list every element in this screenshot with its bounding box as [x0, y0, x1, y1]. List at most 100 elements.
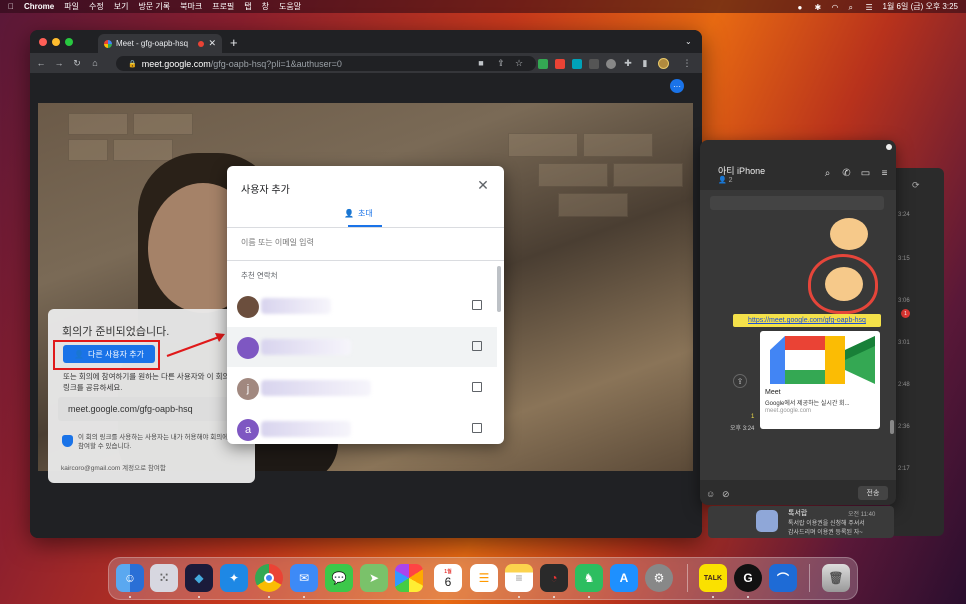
safari-icon[interactable]: ✦ — [220, 564, 248, 592]
contact-checkbox[interactable] — [472, 341, 482, 351]
running-indicator — [588, 596, 590, 598]
running-indicator — [518, 596, 520, 598]
camera-icon[interactable]: ■ — [476, 58, 486, 68]
wifi-icon[interactable]: ◠ — [832, 3, 841, 12]
chrome-icon[interactable] — [255, 564, 283, 592]
app-icon[interactable]: ◔ — [540, 564, 568, 592]
account-info: kaircoro@gmail.com 계정으로 참여함 — [61, 465, 166, 472]
contact-checkbox[interactable] — [472, 300, 482, 310]
extension-dark-icon[interactable] — [589, 59, 599, 69]
browser-tab[interactable]: Meet - gfg-oapb-hsq ✕ — [98, 34, 222, 53]
bluetooth-icon[interactable]: ✱ — [815, 3, 824, 12]
menu-profiles[interactable]: 프로필 — [212, 1, 234, 12]
contact-row[interactable] — [227, 327, 497, 367]
search-icon[interactable]: ⌕ — [822, 168, 833, 179]
chat-scrollbar[interactable] — [890, 420, 894, 434]
trash-icon[interactable]: 🗑 — [822, 564, 850, 592]
name-email-input[interactable] — [241, 238, 491, 247]
menu-icon[interactable]: ≡ — [879, 168, 890, 179]
menu-view[interactable]: 보기 — [114, 1, 129, 12]
tab-invite[interactable]: 👤 초대 — [344, 208, 373, 219]
tab-list-icon[interactable]: ⌄ — [685, 37, 692, 46]
menu-tab[interactable]: 탭 — [244, 1, 251, 12]
menu-clock[interactable]: 1월 6일 (금) 오후 3:25 — [883, 1, 959, 12]
launchpad-icon[interactable]: ⁙ — [150, 564, 178, 592]
finder-icon[interactable]: ☺ — [116, 564, 144, 592]
profile-avatar[interactable] — [658, 58, 669, 69]
attach-icon[interactable]: ⊘ — [722, 489, 730, 500]
messages-icon[interactable]: 💬 — [325, 564, 353, 592]
calendar-icon[interactable]: 1월 6 — [434, 564, 462, 592]
app-store-icon[interactable]: A — [610, 564, 638, 592]
settings-icon[interactable]: ⚙ — [645, 564, 673, 592]
menu-edit[interactable]: 수정 — [89, 1, 104, 12]
forward-icon[interactable]: → — [54, 58, 64, 68]
photos-icon[interactable] — [395, 564, 423, 592]
tab-bar: Meet - gfg-oapb-hsq ✕ + ⌄ — [30, 30, 702, 53]
back-icon[interactable]: ← — [36, 58, 46, 68]
tab-close-icon[interactable]: ✕ — [208, 38, 216, 49]
running-indicator — [747, 596, 749, 598]
apple-icon[interactable]:  — [8, 2, 14, 11]
more-options-icon[interactable]: ··· — [670, 79, 684, 93]
contact-row[interactable]: a — [227, 409, 497, 444]
close-window-button[interactable] — [39, 38, 47, 46]
minimize-window-button[interactable] — [52, 38, 60, 46]
menu-help[interactable]: 도움말 — [279, 1, 301, 12]
link-message[interactable]: https://meet.google.com/gfg-oapb-hsq — [733, 314, 881, 327]
control-center-icon[interactable]: ☰ — [866, 3, 875, 12]
link-preview-card[interactable]: Meet Google에서 제공하는 실시간 회... meet.google.… — [760, 331, 880, 429]
maps-icon[interactable]: ➤ — [360, 564, 388, 592]
search-icon[interactable]: ⌕ — [849, 3, 858, 12]
kakaotalk-icon[interactable]: TALK — [699, 564, 727, 592]
contact-checkbox[interactable] — [472, 382, 482, 392]
extensions-puzzle-icon[interactable]: ✚ — [623, 58, 633, 68]
zoom-window-button[interactable] — [65, 38, 73, 46]
new-tab-icon[interactable]: + — [230, 35, 238, 50]
menu-bar:  Chrome 파일 수정 보기 방문 기록 북마크 프로필 탭 창 도움말 … — [0, 0, 966, 13]
reminders-icon[interactable]: ☰ — [470, 564, 498, 592]
home-icon[interactable]: ⌂ — [90, 58, 100, 68]
menu-window[interactable]: 창 — [262, 1, 269, 12]
status-icon[interactable]: ● — [798, 3, 807, 12]
app-icon[interactable]: ⌒ — [769, 564, 797, 592]
app-icon[interactable]: G — [734, 564, 762, 592]
menu-app-name[interactable]: Chrome — [24, 2, 54, 11]
reload-icon[interactable]: ↻ — [72, 58, 82, 68]
contact-checkbox[interactable] — [472, 423, 482, 433]
notes-icon[interactable]: ≡ — [505, 564, 533, 592]
address-bar[interactable]: 🔒 meet.google.com/gfg-oapb-hsq?pli=1&aut… — [116, 56, 536, 71]
share-desc-line2: 링크를 공유하세요. — [63, 383, 123, 392]
card-url: meet.google.com — [765, 408, 812, 414]
window-dot[interactable] — [886, 144, 892, 150]
refresh-icon[interactable]: ⟳ — [912, 180, 920, 191]
close-icon[interactable]: ✕ — [476, 177, 490, 193]
notification[interactable]: 톡서랍 오전 11:40 톡서랍 이용권을 신청해 주셔서 감사드리며 이용권 … — [708, 506, 894, 538]
app-icon[interactable]: ◆ — [185, 564, 213, 592]
contact-row[interactable] — [227, 286, 497, 326]
evernote-icon[interactable]: ♞ — [575, 564, 603, 592]
share-icon[interactable]: ⇪ — [496, 58, 506, 68]
extension-shield-icon[interactable] — [538, 59, 548, 69]
share-icon[interactable]: ⇪ — [733, 374, 747, 388]
emoji-icon[interactable]: ☺ — [706, 489, 715, 499]
extension-circle-icon[interactable] — [606, 59, 616, 69]
meeting-link-box[interactable]: meet.google.com/gfg-oapb-hsq ⧉ — [58, 397, 246, 421]
sidepanel-icon[interactable]: ▮ — [640, 58, 650, 68]
kebab-menu-icon[interactable]: ⋮ — [682, 58, 692, 68]
menu-bookmarks[interactable]: 북마크 — [180, 1, 202, 12]
bookmark-star-icon[interactable]: ☆ — [514, 58, 524, 68]
mail-icon[interactable]: ✉ — [290, 564, 318, 592]
tab-invite-label: 초대 — [357, 209, 373, 218]
extension-teal-icon[interactable] — [572, 59, 582, 69]
call-icon[interactable]: ✆ — [841, 168, 852, 179]
extension-youtube-icon[interactable] — [555, 59, 565, 69]
scrollbar[interactable] — [497, 266, 501, 312]
contact-row[interactable]: j — [227, 368, 497, 408]
avatar — [237, 296, 259, 318]
video-call-icon[interactable]: ▭ — [860, 168, 871, 179]
menu-history[interactable]: 방문 기록 — [138, 1, 170, 12]
notice-bar[interactable] — [710, 196, 884, 210]
send-button[interactable]: 전송 — [858, 486, 888, 500]
menu-file[interactable]: 파일 — [64, 1, 79, 12]
